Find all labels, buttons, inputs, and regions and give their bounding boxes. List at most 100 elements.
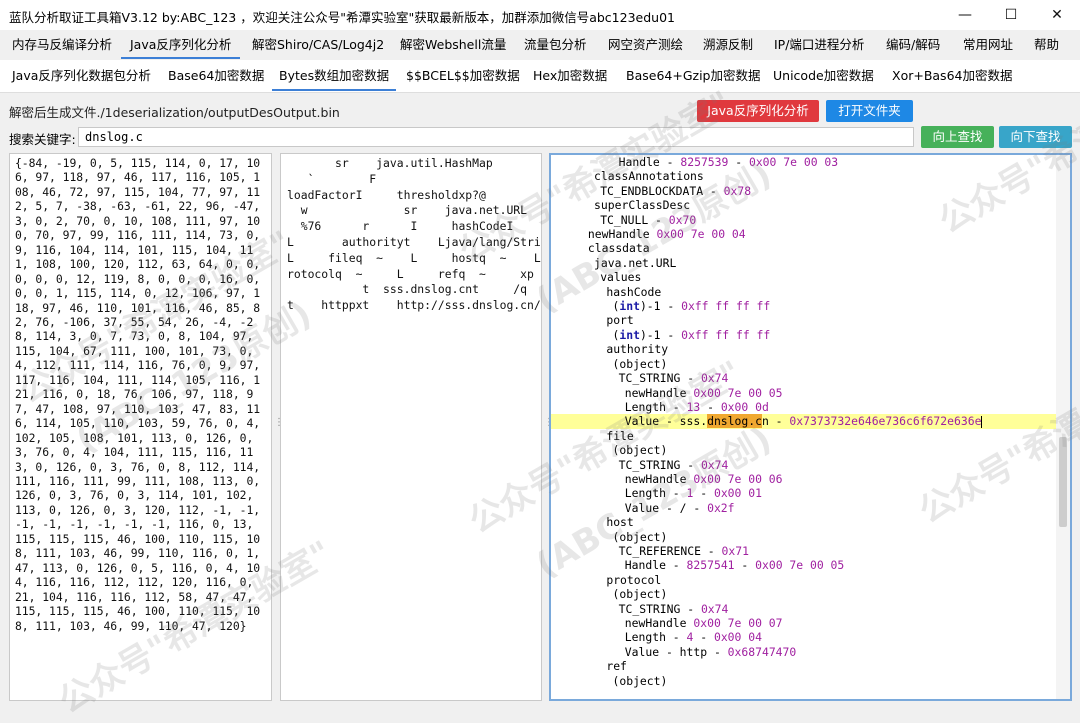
- tree-row[interactable]: (int)-1 - 0xff ff ff ff: [551, 299, 1058, 313]
- tree-row[interactable]: Handle - 8257539 - 0x00 7e 00 03: [551, 155, 1058, 169]
- tree-text: newHandle: [587, 227, 657, 242]
- tree-row[interactable]: (object): [551, 674, 1058, 688]
- close-icon[interactable]: ✕: [1034, 0, 1080, 30]
- subtab-base64[interactable]: Base64加密数据: [168, 60, 264, 91]
- tree-value: 0x00 7e 00 07: [693, 616, 783, 630]
- subtab-java-deser-packet[interactable]: Java反序列化数据包分析: [12, 60, 151, 91]
- subtab-unicode[interactable]: Unicode加密数据: [773, 60, 874, 91]
- tree-row-content: Length - 4 - 0x00 04: [551, 630, 762, 644]
- tree-text: hashCode: [606, 284, 662, 299]
- tree-row[interactable]: java.net.URL: [551, 256, 1058, 270]
- tree-row[interactable]: host: [551, 515, 1058, 529]
- tree-row[interactable]: classdata: [551, 241, 1058, 255]
- tree-row[interactable]: values: [551, 270, 1058, 284]
- tab-pcap-analysis[interactable]: 流量包分析: [524, 30, 587, 59]
- tree-row[interactable]: authority: [551, 342, 1058, 356]
- tree-row[interactable]: TC_ENDBLOCKDATA - 0x78: [551, 184, 1058, 198]
- tree-value: 0x00 7e 00 03: [748, 155, 839, 169]
- tab-webshell-traffic[interactable]: 解密Webshell流量: [400, 30, 506, 59]
- tree-row[interactable]: file: [551, 429, 1058, 443]
- tab-encode-decode[interactable]: 编码/解码: [886, 30, 940, 59]
- splitter-handle-left[interactable]: ⋮: [274, 418, 284, 428]
- search-match: dnslog.c: [707, 414, 762, 429]
- subtab-bcel[interactable]: $$BCEL$$加密数据: [406, 60, 520, 91]
- tree-text: n -: [761, 414, 790, 429]
- tab-ip-port-process[interactable]: IP/端口进程分析: [774, 30, 864, 59]
- tree-text: Handle -: [618, 155, 681, 169]
- tree-row[interactable]: hashCode: [551, 285, 1058, 299]
- tree-row-content: newHandle 0x00 7e 00 06: [551, 472, 783, 486]
- raw-output-panel[interactable]: sr java.util.HashMap ` FloadFactorI thre…: [280, 153, 542, 701]
- tree-row[interactable]: Handle - 8257541 - 0x00 7e 00 05: [551, 558, 1058, 572]
- raw-output-line: L authorityt Ljava/lang/String;: [287, 234, 542, 249]
- vertical-scrollbar[interactable]: [1056, 155, 1070, 699]
- tree-row-content: Value - / - 0x2f: [551, 501, 735, 515]
- tree-value: 0x74: [700, 371, 729, 386]
- tree-row[interactable]: TC_STRING - 0x74: [551, 458, 1058, 472]
- tree-row-content: (object): [551, 587, 668, 601]
- text-caret: [981, 415, 983, 428]
- tree-row[interactable]: Length - 1 - 0x00 01: [551, 486, 1058, 500]
- subtab-bytes-array[interactable]: Bytes数组加密数据: [272, 60, 397, 91]
- tab-java-deserialization[interactable]: Java反序列化分析: [121, 30, 241, 59]
- tree-row[interactable]: Value - / - 0x2f: [551, 501, 1058, 515]
- tree-row-content: (object): [551, 356, 668, 371]
- tree-row[interactable]: ref: [551, 659, 1058, 673]
- subtab-base64-gzip[interactable]: Base64+Gzip加密数据: [626, 60, 760, 91]
- tab-shiro-cas-log4j2[interactable]: 解密Shiro/CAS/Log4j2: [252, 30, 384, 59]
- bytes-input-panel[interactable]: {-84, -19, 0, 5, 115, 114, 0, 17, 106, 9…: [9, 153, 272, 701]
- tree-text: (object): [612, 356, 668, 371]
- tree-row-content: newHandle 0x00 7e 00 04: [551, 227, 746, 241]
- tree-row[interactable]: Length - 13 - 0x00 0d: [551, 400, 1058, 414]
- tree-row[interactable]: newHandle 0x00 7e 00 05: [551, 386, 1058, 400]
- bytes-array-text[interactable]: {-84, -19, 0, 5, 115, 114, 0, 17, 106, 9…: [15, 156, 266, 633]
- tab-common-urls[interactable]: 常用网址: [963, 30, 1013, 59]
- tree-row-content: newHandle 0x00 7e 00 07: [551, 616, 783, 630]
- tree-row[interactable]: newHandle 0x00 7e 00 04: [551, 227, 1058, 241]
- java-deserialize-analyze-button[interactable]: Java反序列化分析: [697, 100, 819, 122]
- tree-row-content: hashCode: [551, 285, 661, 299]
- find-down-button[interactable]: 向下查找: [999, 126, 1072, 148]
- tree-row[interactable]: protocol: [551, 573, 1058, 587]
- tree-row[interactable]: (int)-1 - 0xff ff ff ff: [551, 328, 1058, 342]
- find-up-button[interactable]: 向上查找: [921, 126, 994, 148]
- tab-help[interactable]: 帮助: [1034, 30, 1059, 59]
- tree-row-content: Value - sss.dnslog.cn - 0x7373732e646e73…: [551, 414, 983, 429]
- tree-row[interactable]: TC_STRING - 0x74: [551, 371, 1058, 385]
- tree-row[interactable]: (object): [551, 357, 1058, 371]
- raw-output-line: t httppxt http://sss.dnslog.cn/x: [287, 298, 542, 313]
- deserialization-tree-panel[interactable]: Handle - 8257539 - 0x00 7e 00 03 classAnn…: [549, 153, 1072, 701]
- tab-asset-mapping[interactable]: 网空资产测绘: [608, 30, 683, 59]
- tree-row-match[interactable]: Value - sss.dnslog.cn - 0x7373732e646e73…: [551, 414, 1058, 429]
- open-folder-button[interactable]: 打开文件夹: [826, 100, 913, 122]
- deserialization-tree[interactable]: Handle - 8257539 - 0x00 7e 00 03 classAnn…: [551, 155, 1058, 688]
- tree-row[interactable]: classAnnotations: [551, 169, 1058, 183]
- tree-row[interactable]: port: [551, 313, 1058, 327]
- splitter-handle-right[interactable]: ⋮: [544, 418, 554, 428]
- tree-row[interactable]: superClassDesc: [551, 198, 1058, 212]
- tab-memshell-decompile[interactable]: 内存马反编译分析: [12, 30, 112, 59]
- raw-output-text[interactable]: sr java.util.HashMap ` FloadFactorI thre…: [287, 156, 542, 314]
- tree-row[interactable]: Length - 4 - 0x00 04: [551, 630, 1058, 644]
- tree-row-content: authority: [551, 342, 668, 356]
- subtab-xor-base64[interactable]: Xor+Bas64加密数据: [892, 60, 1012, 91]
- minimize-icon[interactable]: —: [942, 0, 988, 30]
- tree-row[interactable]: TC_REFERENCE - 0x71: [551, 544, 1058, 558]
- tab-trace-counter[interactable]: 溯源反制: [703, 30, 753, 59]
- tree-row[interactable]: newHandle 0x00 7e 00 06: [551, 472, 1058, 486]
- main-tab-bar: 内存马反编译分析 Java反序列化分析 解密Shiro/CAS/Log4j2 解…: [0, 30, 1080, 61]
- tree-value: 0x00 7e 00 05: [693, 385, 783, 400]
- maximize-icon[interactable]: ☐: [988, 0, 1034, 30]
- scrollbar-thumb[interactable]: [1059, 437, 1067, 527]
- tree-row[interactable]: (object): [551, 443, 1058, 457]
- tree-row[interactable]: Value - http - 0x68747470: [551, 645, 1058, 659]
- tree-row[interactable]: newHandle 0x00 7e 00 07: [551, 616, 1058, 630]
- search-input[interactable]: [78, 127, 914, 147]
- tree-row[interactable]: TC_STRING - 0x74: [551, 602, 1058, 616]
- subtab-hex[interactable]: Hex加密数据: [533, 60, 607, 91]
- tree-row[interactable]: (object): [551, 587, 1058, 601]
- tree-row[interactable]: TC_NULL - 0x70: [551, 213, 1058, 227]
- tree-row[interactable]: (object): [551, 530, 1058, 544]
- tree-text: newHandle: [624, 616, 694, 630]
- tree-text: ref: [606, 659, 627, 674]
